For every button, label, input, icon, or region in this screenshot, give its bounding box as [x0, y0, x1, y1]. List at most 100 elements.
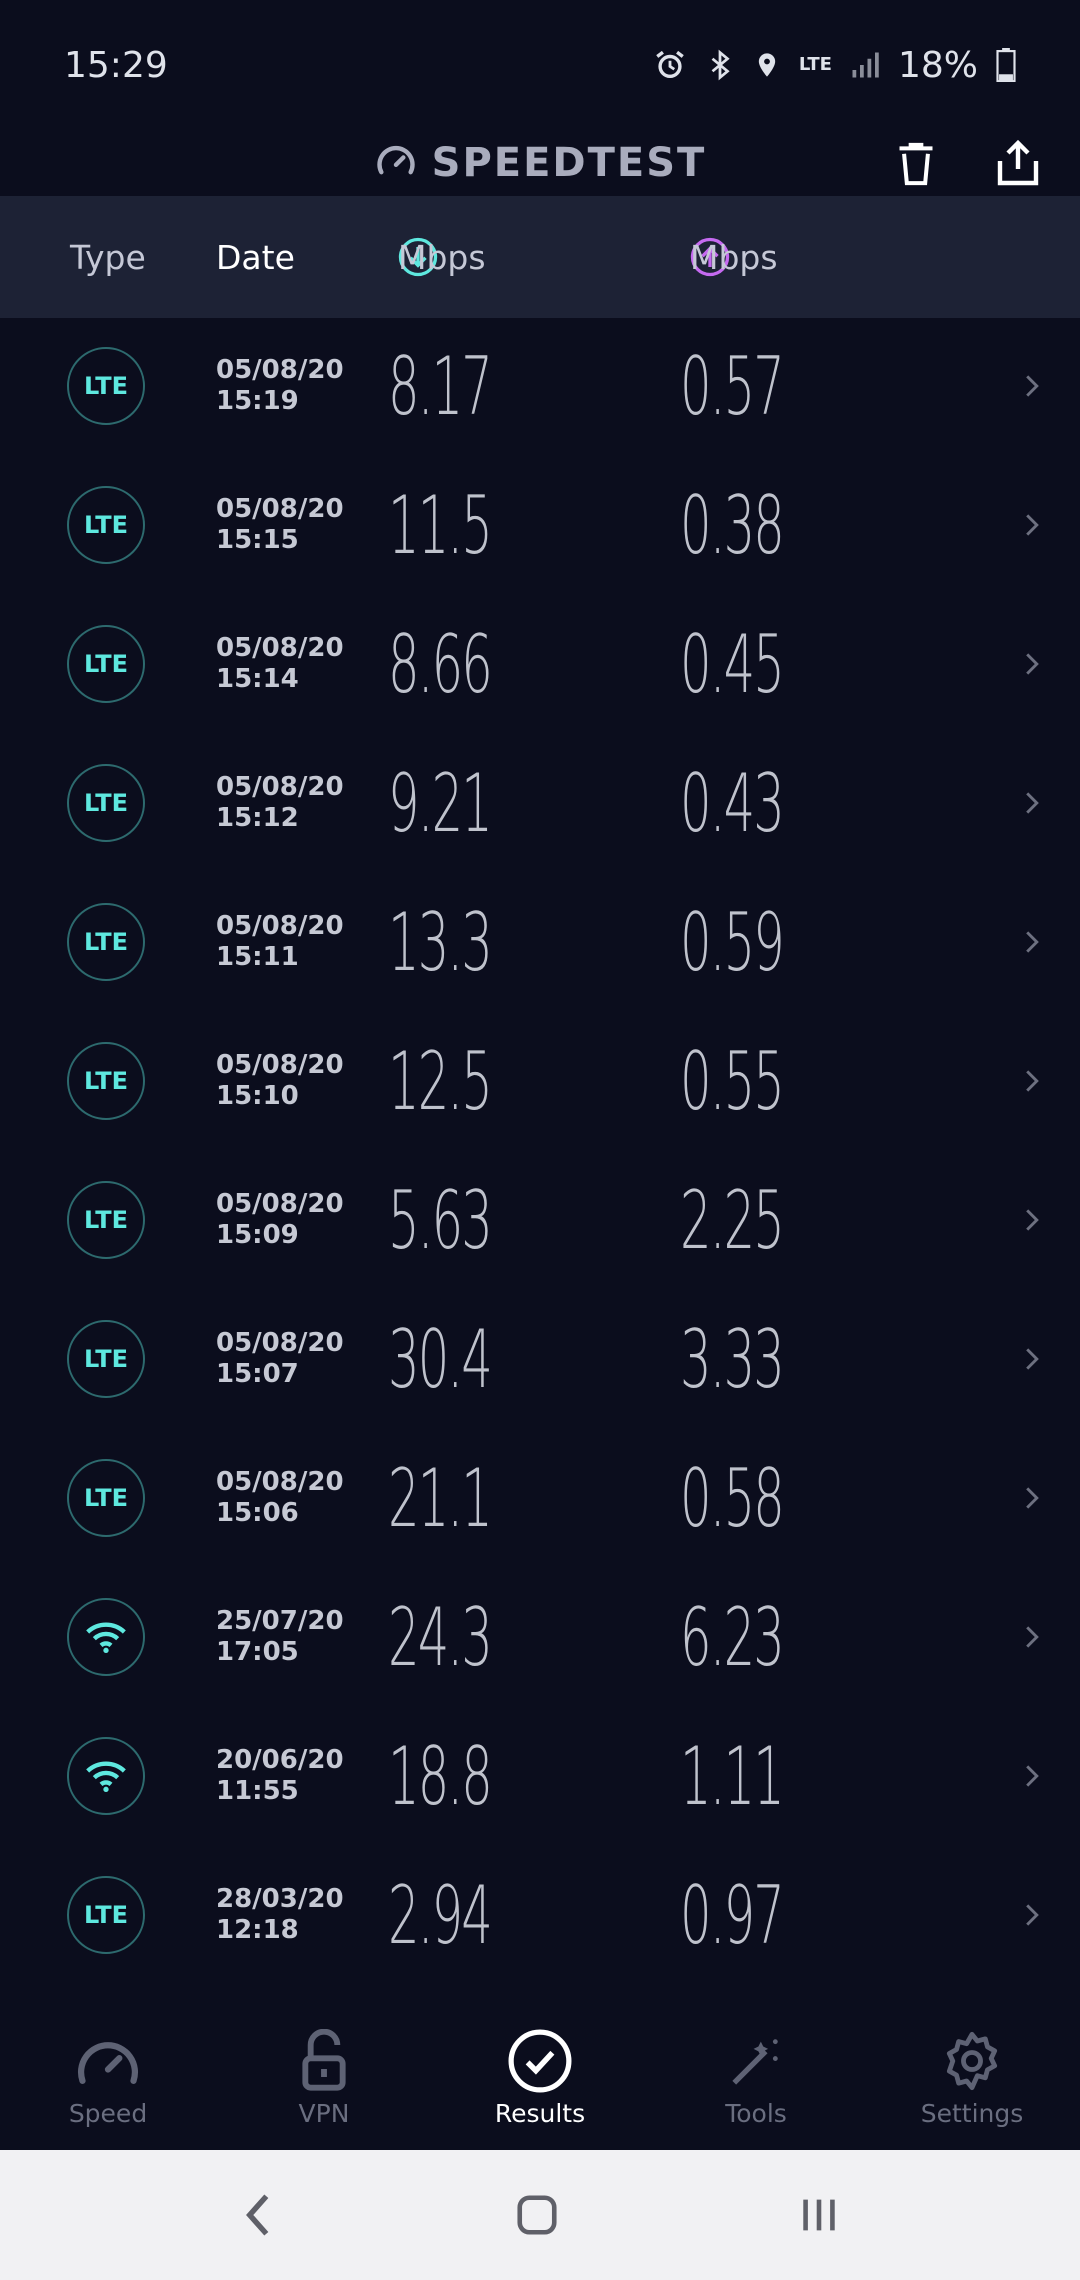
upload-value: 0.45 — [680, 618, 785, 711]
tab-vpn[interactable]: VPN — [216, 2010, 432, 2150]
result-datetime: 05/08/20 15:09 — [216, 1189, 344, 1251]
download-unit: Mbps — [398, 237, 486, 277]
status-bar: 15:29 LTE 18% — [0, 0, 1080, 130]
chevron-right-icon — [1024, 373, 1040, 403]
upload-value: 3.33 — [680, 1313, 785, 1406]
lte-badge: LTE — [67, 1181, 145, 1259]
result-row[interactable]: LTE 05/08/20 15:11 13.3 0.59 — [0, 874, 1080, 1013]
chevron-right-icon — [1024, 1902, 1040, 1932]
result-date: 05/08/20 — [216, 772, 344, 802]
result-row[interactable]: 25/07/20 17:05 24.3 6.23 — [0, 1569, 1080, 1708]
tab-speed[interactable]: Speed — [0, 2010, 216, 2150]
download-value: 9.21 — [388, 757, 493, 850]
result-datetime: 25/07/20 17:05 — [216, 1606, 344, 1668]
result-time: 12:18 — [216, 1915, 299, 1945]
battery-percent: 18% — [897, 44, 978, 86]
result-datetime: 20/06/20 11:55 — [216, 1745, 344, 1807]
result-datetime: 05/08/20 15:07 — [216, 1328, 344, 1390]
bluetooth-icon — [711, 49, 730, 81]
back-icon[interactable] — [238, 2190, 278, 2240]
upload-value: 0.58 — [680, 1452, 785, 1545]
result-time: 15:12 — [216, 803, 299, 833]
signal-icon — [852, 52, 879, 78]
wifi-icon — [67, 1598, 145, 1676]
download-value: 13.3 — [388, 896, 493, 989]
results-column-header: Type Date Mbps Mbps — [0, 196, 1080, 318]
result-row[interactable]: LTE 05/08/20 15:07 30.4 3.33 — [0, 1291, 1080, 1430]
lte-badge: LTE — [67, 1320, 145, 1398]
column-download[interactable]: Mbps — [398, 196, 486, 318]
upload-value: 0.57 — [680, 340, 785, 433]
result-row[interactable]: LTE 05/08/20 15:10 12.5 0.55 — [0, 1013, 1080, 1152]
speedometer-logo-icon — [376, 145, 415, 175]
check-circle-icon — [507, 2025, 573, 2097]
download-value: 21.1 — [388, 1452, 493, 1545]
result-row[interactable]: LTE 05/08/20 15:12 9.21 0.43 — [0, 735, 1080, 874]
result-datetime: 05/08/20 15:19 — [216, 355, 344, 417]
chevron-right-icon — [1024, 1763, 1040, 1793]
result-date: 05/08/20 — [216, 1467, 344, 1497]
tab-settings[interactable]: Settings — [864, 2010, 1080, 2150]
bottom-tab-bar: Speed VPN Results Tools Settings — [0, 2010, 1080, 2150]
result-time: 15:06 — [216, 1498, 299, 1528]
home-icon[interactable] — [514, 2192, 560, 2238]
lte-badge: LTE — [67, 903, 145, 981]
speedometer-icon — [74, 2025, 142, 2097]
tab-results[interactable]: Results — [432, 2010, 648, 2150]
recents-icon[interactable] — [796, 2192, 842, 2238]
result-time: 15:07 — [216, 1359, 299, 1389]
result-date: 20/06/20 — [216, 1745, 344, 1775]
lte-badge: LTE — [67, 486, 145, 564]
upload-value: 0.43 — [680, 757, 785, 850]
share-icon[interactable] — [994, 139, 1042, 187]
result-date: 05/08/20 — [216, 1050, 344, 1080]
result-date: 05/08/20 — [216, 1189, 344, 1219]
upload-value: 1.11 — [680, 1730, 785, 1823]
magic-wand-icon — [727, 2025, 785, 2097]
upload-value: 2.25 — [680, 1174, 785, 1267]
upload-value: 0.97 — [680, 1869, 785, 1962]
result-time: 11:55 — [216, 1776, 299, 1806]
unlock-icon — [299, 2025, 349, 2097]
app-bar-actions — [894, 130, 1042, 196]
result-datetime: 28/03/20 12:18 — [216, 1884, 344, 1946]
system-navigation-bar — [0, 2150, 1080, 2280]
column-type[interactable]: Type — [70, 196, 146, 318]
download-value: 11.5 — [388, 479, 493, 572]
upload-value: 0.55 — [680, 1035, 785, 1128]
column-date[interactable]: Date — [216, 196, 295, 318]
battery-icon — [996, 48, 1016, 82]
status-icons: LTE 18% — [653, 45, 1016, 86]
download-value: 5.63 — [388, 1174, 493, 1267]
tab-label: Settings — [920, 2099, 1024, 2128]
result-row[interactable]: 20/06/20 11:55 18.8 1.11 — [0, 1708, 1080, 1847]
result-datetime: 05/08/20 15:15 — [216, 494, 344, 556]
chevron-right-icon — [1024, 1207, 1040, 1237]
chevron-right-icon — [1024, 790, 1040, 820]
result-row[interactable]: LTE 05/08/20 15:06 21.1 0.58 — [0, 1430, 1080, 1569]
upload-value: 0.38 — [680, 479, 785, 572]
tab-tools[interactable]: Tools — [648, 2010, 864, 2150]
result-row[interactable]: LTE 05/08/20 15:14 8.66 0.45 — [0, 596, 1080, 735]
chevron-right-icon — [1024, 1346, 1040, 1376]
result-date: 05/08/20 — [216, 633, 344, 663]
app-title: SPEEDTEST — [431, 140, 707, 186]
upload-unit: Mbps — [690, 237, 778, 277]
result-time: 15:19 — [216, 386, 299, 416]
trash-icon[interactable] — [894, 139, 938, 187]
download-value: 12.5 — [388, 1035, 493, 1128]
lte-badge: LTE — [67, 625, 145, 703]
result-row[interactable]: LTE 28/03/20 12:18 2.94 0.97 — [0, 1847, 1080, 1986]
app-bar: SPEEDTEST — [0, 130, 1080, 196]
lte-badge: LTE — [67, 764, 145, 842]
result-row[interactable]: LTE 05/08/20 15:15 11.5 0.38 — [0, 457, 1080, 596]
result-datetime: 05/08/20 15:06 — [216, 1467, 344, 1529]
download-value: 24.3 — [388, 1591, 493, 1684]
download-value: 30.4 — [388, 1313, 493, 1406]
result-date: 25/07/20 — [216, 1606, 344, 1636]
column-upload[interactable]: Mbps — [690, 196, 778, 318]
alarm-icon — [656, 50, 684, 79]
result-row[interactable]: LTE 05/08/20 15:09 5.63 2.25 — [0, 1152, 1080, 1291]
lte-badge: LTE — [67, 1876, 145, 1954]
result-row[interactable]: LTE 05/08/20 15:19 8.17 0.57 — [0, 318, 1080, 457]
